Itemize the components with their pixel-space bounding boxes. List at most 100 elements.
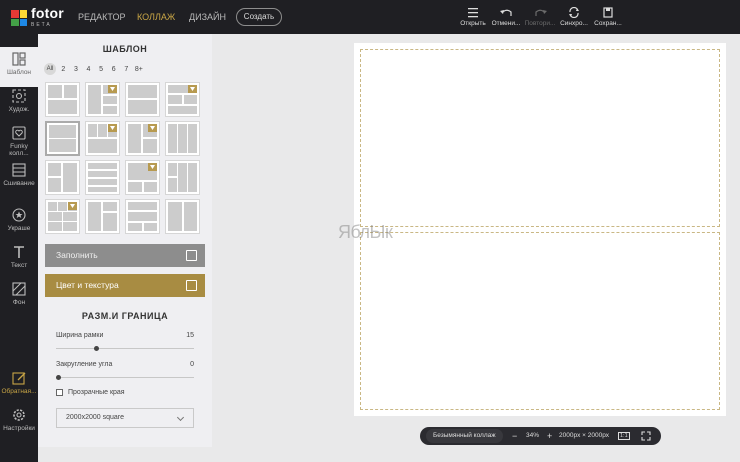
nav-editor[interactable]: РЕДАКТОР [78,0,125,34]
canvas-size-select[interactable]: 2000x2000 square [56,408,194,428]
gear-icon [13,409,25,421]
template-thumb[interactable] [125,82,160,117]
nav-collage[interactable]: КОЛЛАЖ [137,0,175,34]
redo-button[interactable]: Повтори... [524,7,556,27]
template-thumb[interactable] [85,82,120,117]
template-thumb[interactable] [85,121,120,156]
count-all[interactable]: All [44,63,56,75]
rail-label-text: Текст [10,262,28,269]
premium-badge-icon [108,124,117,132]
fotor-logo[interactable]: fotor BETA [11,5,64,28]
rail-label-funky: Funky колл... [9,143,29,157]
rail-item-template[interactable]: Шаблон [0,47,38,87]
panel-title: ШАБЛОН [102,44,148,54]
sync-label: Синхро... [560,20,588,27]
zoom-in-button[interactable]: + [547,427,552,445]
template-thumb-selected[interactable] [45,121,80,156]
undo-label: Отмени... [491,20,521,27]
transparent-edges-checkbox[interactable] [56,389,63,396]
template-thumb[interactable] [165,199,200,234]
border-width-label: Ширина рамки [56,332,104,339]
fullscreen-icon[interactable] [641,431,651,441]
template-thumb[interactable] [85,199,120,234]
fill-button[interactable]: Заполнить [45,244,205,267]
template-thumb[interactable] [165,121,200,156]
canvas-dimensions: 2000px × 2000px [559,432,610,439]
premium-badge-icon [108,85,117,93]
aspect-ratio-icon[interactable]: 1:1 [618,432,630,440]
corner-radius-slider-knob[interactable] [56,375,61,380]
undo-button[interactable]: Отмени... [491,7,521,27]
create-button[interactable]: Создать [236,8,282,26]
texture-icon [186,280,197,291]
template-thumb[interactable] [165,160,200,195]
rail-item-settings[interactable]: Настройки [0,408,38,432]
template-thumb[interactable] [125,121,160,156]
template-thumb[interactable] [165,82,200,117]
size-border-title: РАЗМ.И ГРАНИЦА [81,311,169,321]
menu-icon [468,8,478,18]
rail-item-funky[interactable]: Funky колл... [0,126,38,157]
star-icon [12,208,26,222]
count-7[interactable]: 7 [120,66,133,73]
rail-item-stitch[interactable]: Сшивание [0,163,38,187]
save-label: Сохран... [594,20,622,27]
template-panel: ШАБЛОН All 2 3 4 5 6 7 8+ Заполнить Цвет… [38,34,212,447]
image-icon [186,250,197,261]
collage-cell-bottom[interactable] [360,232,720,410]
corner-radius-slider[interactable] [56,375,194,380]
template-thumb[interactable] [125,199,160,234]
feedback-icon [12,372,26,385]
count-6[interactable]: 6 [107,66,120,73]
rail-label-decor: Украше [7,225,31,232]
open-button[interactable]: Открыть [458,7,488,27]
template-thumb[interactable] [85,160,120,195]
sync-icon [569,7,579,18]
redo-label: Повтори... [524,20,556,27]
canvas-size-value: 2000x2000 square [66,414,124,421]
transparent-edges-label: Прозрачные края [68,389,125,396]
sync-button[interactable]: Синхро... [559,7,589,27]
border-width-slider-knob[interactable] [94,346,99,351]
top-bar: fotor BETA РЕДАКТОР КОЛЛАЖ ДИЗАЙН Создат… [0,0,740,34]
watermark: ЯблЫк [338,222,393,242]
template-thumb[interactable] [45,160,80,195]
art-icon [12,89,26,103]
stitch-icon [12,163,26,177]
save-button[interactable]: Сохран... [592,7,624,27]
count-3[interactable]: 3 [70,66,83,73]
rail-label-background: Фон [12,299,26,306]
rail-item-feedback[interactable]: Обратная... [0,371,38,395]
rail-item-decor[interactable]: Украше [0,208,38,232]
count-2[interactable]: 2 [57,66,70,73]
logo-text: fotor [31,5,64,21]
collage-cell-top[interactable] [360,49,720,227]
count-5[interactable]: 5 [95,66,108,73]
left-rail: Шаблон Худож. Funky колл... Сшивание Укр… [0,34,38,462]
count-8-plus[interactable]: 8+ [133,66,146,73]
count-4[interactable]: 4 [82,66,95,73]
nav-design[interactable]: ДИЗАЙН [189,0,226,34]
save-icon [603,7,613,18]
corner-radius-label: Закругление угла [56,361,113,368]
undo-icon [500,9,512,16]
color-texture-button[interactable]: Цвет и текстура [45,274,205,297]
collage-canvas [354,43,726,416]
template-thumb[interactable] [45,199,80,234]
template-icon [12,52,26,66]
redo-icon [535,9,547,16]
border-width-slider[interactable] [56,346,194,351]
rail-item-art[interactable]: Худож. [0,89,38,113]
photo-count-filter: All 2 3 4 5 6 7 8+ [44,63,145,75]
status-bar: Безымянный коллаж − 34% + 2000px × 2000p… [420,427,661,445]
rail-item-text[interactable]: Текст [0,245,38,269]
rail-item-background[interactable]: Фон [0,282,38,306]
template-thumb[interactable] [125,160,160,195]
text-icon [14,246,24,258]
logo-mark-icon [11,10,27,26]
premium-badge-icon [148,163,157,171]
collage-name[interactable]: Безымянный коллаж [426,429,503,443]
template-thumb[interactable] [45,82,80,117]
fill-button-label: Заполнить [56,250,98,260]
zoom-out-button[interactable]: − [512,427,517,445]
